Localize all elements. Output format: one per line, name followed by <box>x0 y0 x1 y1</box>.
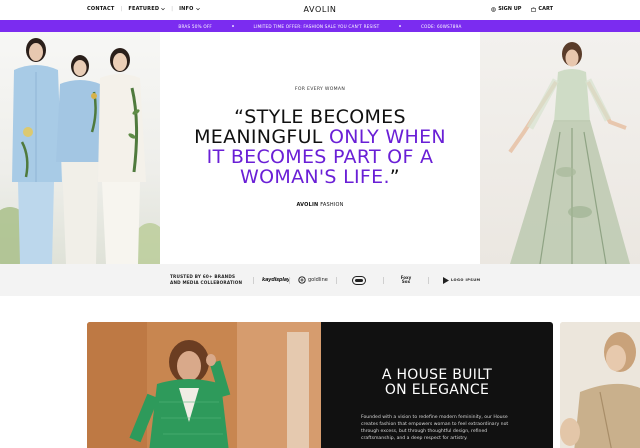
hero-quote-panel: FOR EVERY WOMAN “STYLE BECOMES MEANINGFU… <box>160 32 480 264</box>
sign-up-link[interactable]: SIGN UP <box>491 6 521 12</box>
quote-close-mark: ” <box>389 166 400 188</box>
cart-label: CART <box>538 6 553 12</box>
story-body: Founded with a vision to redefine modern… <box>361 415 509 441</box>
hero-image-left <box>0 32 160 264</box>
brand-logo-badge <box>352 274 366 286</box>
quote-accent-line: IT BECOMES PART OF A <box>206 146 434 168</box>
quote-accent-text: WOMAN'S LIFE. <box>240 166 390 188</box>
trusted-label-line: TRUSTED BY 60+ BRANDS <box>170 274 236 279</box>
trusted-label-line: AND MEDIA COLLEBORATION <box>170 279 243 285</box>
goldline-icon <box>298 276 306 284</box>
green-jacket-model-photo <box>87 322 321 448</box>
trusted-brands-strip: TRUSTED BY 60+ BRANDS AND MEDIA COLLEBOR… <box>0 264 640 296</box>
promo-message: CODE: 60WS789A <box>420 23 462 29</box>
promo-message: BRAS 50% OFF <box>178 23 213 29</box>
ipsum-logo-icon <box>443 276 449 284</box>
story-side-image <box>560 322 640 448</box>
brand-divider <box>253 277 254 284</box>
story-title: A HOUSE BUILT ON ELEGANCE <box>321 368 553 398</box>
trusted-label: TRUSTED BY 60+ BRANDS AND MEDIA COLLEBOR… <box>170 274 242 285</box>
brand-divider <box>383 277 384 284</box>
quote-text: MEANINGFUL <box>194 126 330 148</box>
gown-model-photo <box>508 42 630 264</box>
hero-quote: “STYLE BECOMES MEANINGFUL ONLY WHEN IT B… <box>174 107 466 187</box>
quote-line: WOMAN'S LIFE.” <box>174 167 466 187</box>
story-title-line: A HOUSE BUILT <box>381 367 493 383</box>
promo-separator <box>399 25 401 27</box>
cart-icon <box>531 7 537 12</box>
user-icon <box>491 6 497 12</box>
story-text-panel: A HOUSE BUILT ON ELEGANCE Founded with a… <box>321 322 553 448</box>
beige-suit-model-photo <box>560 322 640 448</box>
story-title-line: ON ELEGANCE <box>384 382 490 398</box>
brand-divider <box>336 277 337 284</box>
nav-right: SIGN UP CART <box>491 6 553 12</box>
top-nav: CONTACT | FEATURED | INFO AVOLIN SIGN UP… <box>0 0 640 20</box>
cart-link[interactable]: CART <box>531 6 553 12</box>
quote-line: “STYLE BECOMES <box>234 106 406 128</box>
brand-logo-kaydisplay: kaydisplay <box>262 277 290 283</box>
promo-separator <box>232 25 234 27</box>
hero-section: FOR EVERY WOMAN “STYLE BECOMES MEANINGFU… <box>0 32 640 264</box>
brand-logo-goldline: goldline <box>298 274 328 286</box>
models-photo <box>0 38 160 264</box>
brand-logo-foxy-sox: Foxy Sox <box>400 275 412 284</box>
brand-divider <box>428 277 429 284</box>
signature-rest: FASHION <box>318 202 344 208</box>
promo-bar: BRAS 50% OFF LIMITED TIME OFFER: FASHION… <box>0 20 640 32</box>
quote-accent-text: ONLY WHEN <box>329 126 446 148</box>
promo-message: LIMITED TIME OFFER: FASHION SALE YOU CAN… <box>253 23 380 29</box>
brand-divider <box>289 277 290 284</box>
hero-image-right <box>480 32 640 264</box>
sign-up-label: SIGN UP <box>498 6 522 12</box>
hero-eyebrow: FOR EVERY WOMAN <box>294 87 346 92</box>
signature-brand: AVOLIN <box>296 202 319 208</box>
hero-signature: AVOLIN FASHION <box>160 202 480 208</box>
story-image <box>87 322 321 448</box>
quote-line: MEANINGFUL ONLY WHEN <box>174 127 466 147</box>
badge-logo-icon <box>352 275 366 285</box>
brand-logo-ipsum: LOGO IPSUM <box>443 274 481 286</box>
